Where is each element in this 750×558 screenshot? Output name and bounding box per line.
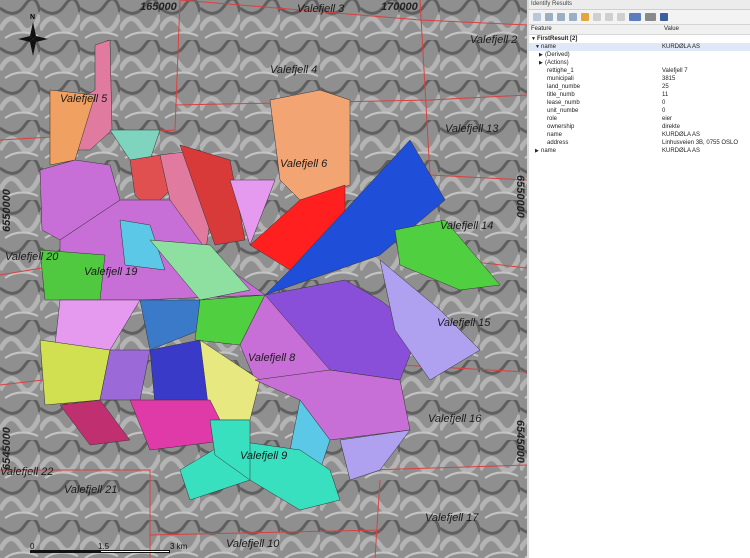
grid-label: Valefjell 5: [60, 93, 108, 105]
attribute-value: Valefjell 7: [662, 68, 688, 74]
value-column-header[interactable]: Value: [662, 25, 679, 34]
collapsed-caret-icon[interactable]: ▶: [539, 51, 543, 59]
y-coordinate-label: 6545000: [1, 427, 13, 470]
identify-results-panel: Identify Results Feature Value ▼ FirstRe…: [529, 0, 750, 558]
compass-icon: [18, 22, 48, 56]
attribute-value: KURDØLA AS: [662, 132, 701, 138]
attribute-key: address: [547, 140, 569, 146]
expanded-caret-icon[interactable]: ▼: [535, 43, 540, 51]
attribute-value: direkte: [662, 124, 681, 130]
grid-label: Valefjell 21: [64, 484, 118, 496]
y-coordinate-label: 6545000: [514, 420, 526, 463]
tree-row[interactable]: ▶ (Actions): [529, 59, 750, 67]
attribute-key: lease_numb: [547, 100, 580, 106]
x-coordinate-label: 165000: [140, 1, 177, 13]
collapse-all-icon[interactable]: [557, 13, 565, 21]
attribute-key: role: [547, 116, 558, 122]
grid-label: Valefjell 3: [297, 3, 345, 15]
panel-title: Identify Results: [529, 0, 750, 10]
grid-label: Valefjell 13: [445, 123, 499, 135]
north-label: N: [30, 14, 36, 21]
feature-value: KURDØLA AS: [662, 148, 701, 154]
attribute-row[interactable]: role eier: [529, 115, 750, 123]
attribute-key: land_numbe: [547, 84, 581, 90]
clear-results-icon[interactable]: [593, 13, 601, 21]
attribute-key: ownership: [547, 124, 575, 130]
identify-cursor-icon[interactable]: [645, 13, 656, 21]
attribute-row[interactable]: title_numb 11: [529, 91, 750, 99]
scale-label: 0: [30, 542, 35, 551]
grid-label: Valefjell 17: [425, 512, 479, 524]
attribute-key: municipali: [547, 76, 574, 82]
attribute-row[interactable]: lease_numb 0: [529, 99, 750, 107]
attribute-key: name: [547, 132, 563, 138]
attribute-row[interactable]: rettighe_1 Valefjell 7: [529, 67, 750, 75]
expand-tree-icon[interactable]: [533, 13, 541, 21]
scale-label: 3 km: [170, 542, 188, 551]
scale-label: 1.5: [98, 542, 110, 551]
north-arrow: N: [18, 14, 48, 56]
attribute-key: unit_numbe: [547, 108, 579, 114]
attribute-value: Linhusveien 3B, 0755 OSLO: [662, 140, 739, 146]
grid-label: Valefjell 19: [84, 266, 138, 278]
expanded-caret-icon[interactable]: ▼: [531, 35, 536, 43]
attribute-key: title_numb: [547, 92, 575, 98]
x-coordinate-label: 170000: [381, 1, 418, 13]
tree-row[interactable]: ▶ name KURDØLA AS: [529, 147, 750, 155]
highlight-icon[interactable]: [581, 13, 589, 21]
attribute-row[interactable]: unit_numbe 0: [529, 107, 750, 115]
attribute-value: 0: [662, 108, 666, 114]
layer-name: FirstResult [2]: [537, 36, 578, 42]
attribute-value: 25: [662, 84, 669, 90]
map-canvas[interactable]: Valefjell 3 Valefjell 2 Valefjell 4 Vale…: [0, 0, 527, 558]
grid-label: Valefjell 9: [240, 450, 288, 462]
attribute-row[interactable]: land_numbe 25: [529, 83, 750, 91]
grid-label: Valefjell 2: [470, 34, 518, 46]
identify-toolbar: [529, 10, 750, 25]
help-icon[interactable]: [660, 13, 668, 21]
feature-value: KURDØLA AS: [662, 44, 701, 50]
grid-label: Valefjell 20: [5, 251, 59, 263]
map-layers: [0, 0, 527, 558]
tree-row[interactable]: ▼ name KURDØLA AS: [529, 43, 750, 51]
grid-label: Valefjell 10: [226, 538, 280, 550]
attribute-row[interactable]: municipali 3815: [529, 75, 750, 83]
attribute-key: rettighe_1: [547, 68, 574, 74]
grid-label: Valefjell 8: [248, 352, 296, 364]
collapsed-caret-icon[interactable]: ▶: [539, 59, 543, 67]
copy-icon[interactable]: [605, 13, 613, 21]
attribute-value: 3815: [662, 76, 676, 82]
expand-new-icon[interactable]: [569, 13, 577, 21]
print-icon[interactable]: [617, 13, 625, 21]
expand-all-icon[interactable]: [545, 13, 553, 21]
select-mode-dropdown-icon[interactable]: [629, 13, 641, 21]
grid-label: Valefjell 16: [428, 413, 482, 425]
feature-key: name: [541, 148, 557, 154]
feature-column-header[interactable]: Feature: [529, 25, 662, 34]
tree-row[interactable]: ▼ FirstResult [2]: [529, 35, 750, 43]
grid-label: Valefjell 6: [280, 158, 328, 170]
grid-label: Valefjell 15: [437, 317, 491, 329]
attribute-row[interactable]: name KURDØLA AS: [529, 131, 750, 139]
attribute-row[interactable]: ownership direkte: [529, 123, 750, 131]
attribute-value: 0: [662, 100, 666, 106]
attribute-value: eier: [662, 116, 673, 122]
attribute-row[interactable]: address Linhusveien 3B, 0755 OSLO: [529, 139, 750, 147]
y-coordinate-label: 6550000: [1, 189, 13, 232]
results-table-header: Feature Value: [529, 25, 750, 35]
attribute-value: 11: [662, 92, 669, 98]
y-coordinate-label: 6550000: [514, 175, 526, 218]
tree-row[interactable]: ▶ (Derived): [529, 51, 750, 59]
grid-label: Valefjell 14: [440, 220, 494, 232]
grid-label: Valefjell 4: [270, 64, 318, 76]
derived-node: (Derived): [545, 52, 570, 58]
scale-bar: [30, 538, 190, 556]
collapsed-caret-icon[interactable]: ▶: [535, 147, 539, 155]
actions-node: (Actions): [545, 60, 569, 66]
feature-key: name: [541, 44, 557, 50]
